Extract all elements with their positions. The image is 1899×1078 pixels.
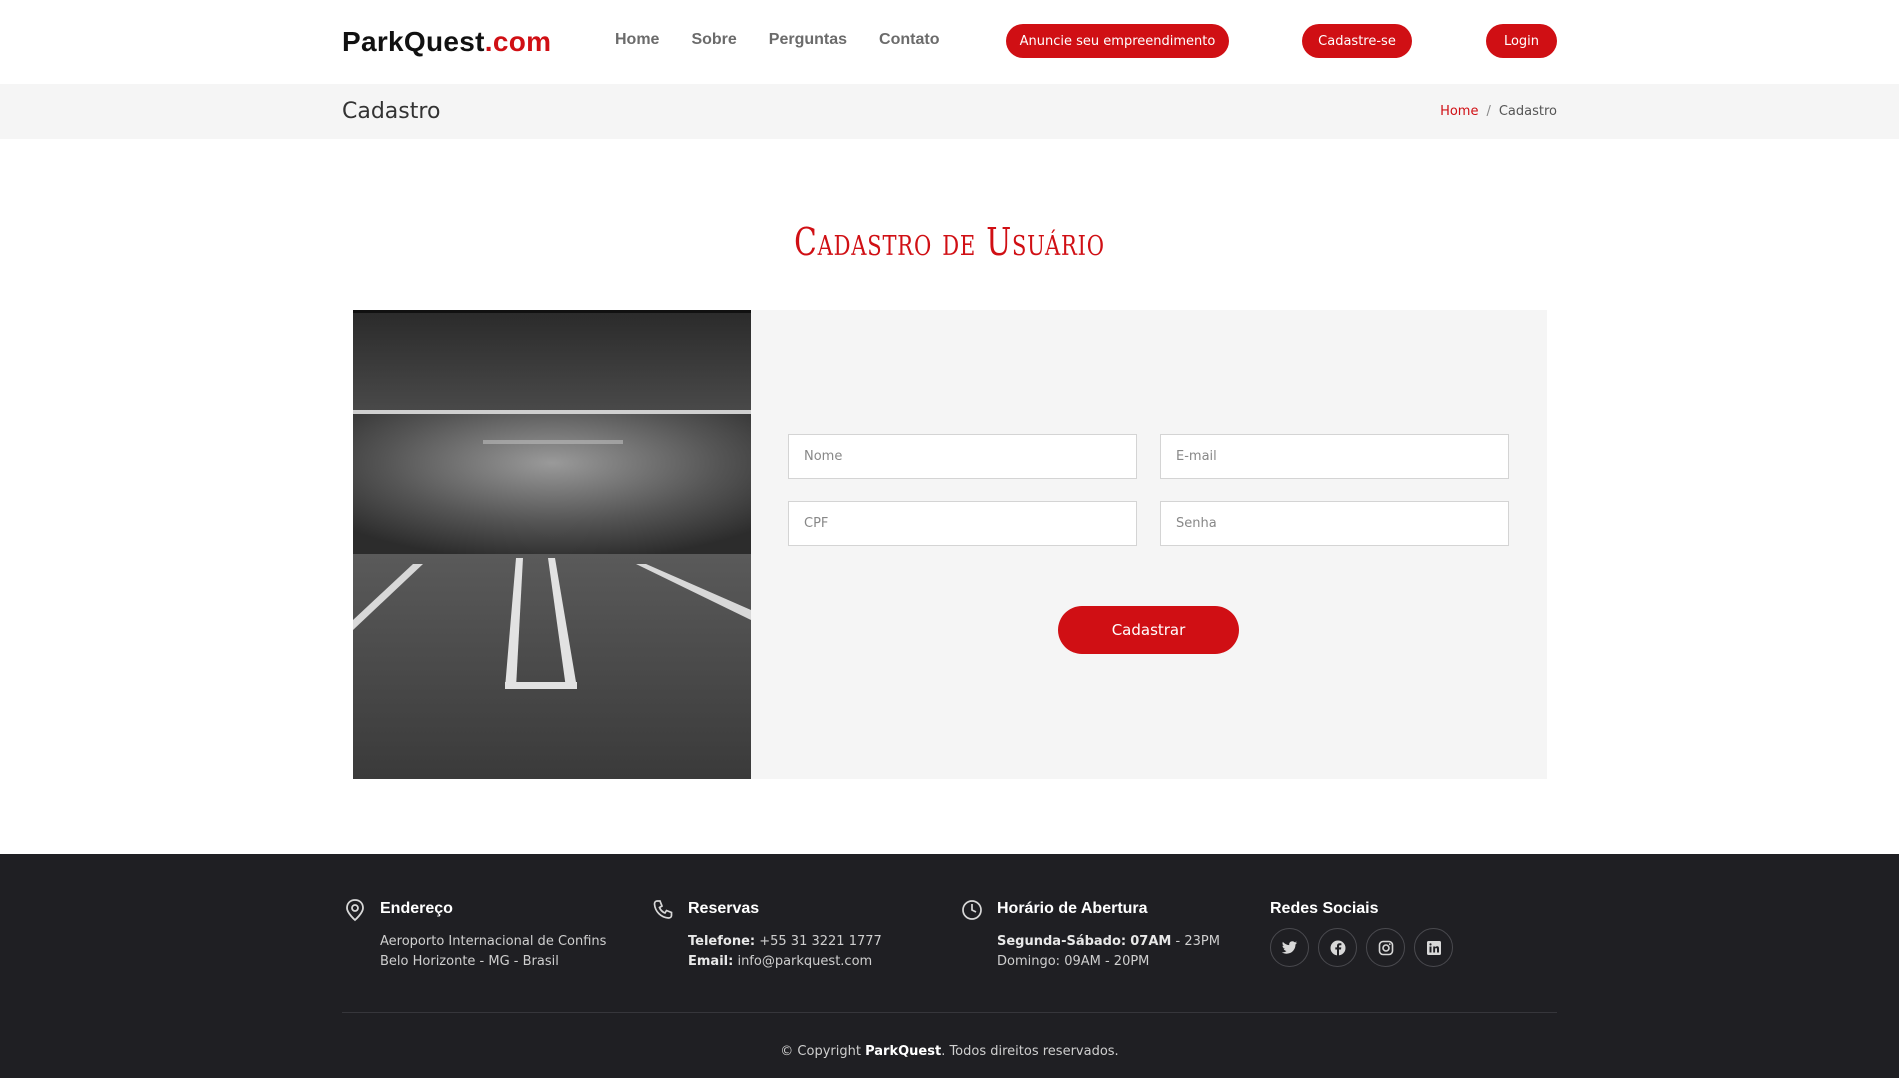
logo-name: ParkQuest: [342, 26, 485, 57]
email-address[interactable]: info@parkquest.com: [737, 954, 872, 969]
weekdays-label: Segunda-Sábado:: [997, 934, 1127, 949]
footer-hours-title: Horário de Abertura: [997, 900, 1148, 917]
copyright-suffix: . Todos direitos reservados.: [941, 1044, 1119, 1059]
parking-garage-image: [353, 310, 751, 779]
breadcrumb-separator: /: [1486, 104, 1491, 119]
logo-suffix: .com: [484, 26, 552, 57]
weekdays-close: - 23PM: [1175, 934, 1220, 949]
nav-sobre[interactable]: Sobre: [691, 31, 736, 49]
footer-divider: [342, 1012, 1557, 1013]
address-line-2: Belo Horizonte - MG - Brasil: [380, 954, 559, 969]
breadcrumb-bar: Cadastro Home / Cadastro: [0, 84, 1899, 139]
address-line-1: Aeroporto Internacional de Confins: [380, 934, 607, 949]
section-title: Cadastro de Usuário: [794, 220, 1105, 264]
map-pin-icon: [344, 898, 366, 922]
login-button[interactable]: Login: [1486, 24, 1557, 58]
cpf-field[interactable]: CPF: [788, 501, 1137, 546]
site-footer: Endereço Aeroporto Internacional de Conf…: [0, 854, 1899, 1078]
nav-contato[interactable]: Contato: [879, 31, 939, 49]
phone-icon: [652, 898, 674, 922]
reservas-email: Email: info@parkquest.com: [688, 952, 882, 972]
footer-address-title: Endereço: [380, 900, 453, 917]
nav-home[interactable]: Home: [615, 31, 659, 49]
linkedin-icon[interactable]: [1414, 928, 1453, 967]
reservas-phone: Telefone: +55 31 3221 1777: [688, 932, 882, 952]
phone-number: +55 31 3221 1777: [759, 934, 882, 949]
page-title: Cadastro: [342, 99, 441, 124]
breadcrumb-current: Cadastro: [1498, 104, 1557, 119]
anuncie-button[interactable]: Anuncie seu empreendimento: [1006, 24, 1229, 58]
footer-reservas-title: Reservas: [688, 900, 760, 917]
instagram-icon[interactable]: [1366, 928, 1405, 967]
clock-icon: [961, 898, 983, 922]
hours-weekdays: Segunda-Sábado: 07AM - 23PM: [997, 932, 1220, 952]
email-label: Email:: [688, 954, 734, 969]
copyright: © Copyright ParkQuest. Todos direitos re…: [0, 1044, 1899, 1059]
nome-field[interactable]: Nome: [788, 434, 1137, 479]
breadcrumb-home-link[interactable]: Home: [1440, 104, 1478, 119]
site-header: ParkQuest.com Home Sobre Perguntas Conta…: [0, 0, 1899, 84]
breadcrumb: Home / Cadastro: [1440, 104, 1557, 119]
footer-social-title: Redes Sociais: [1270, 900, 1379, 917]
cadastrar-button[interactable]: Cadastrar: [1058, 606, 1239, 654]
hours-sunday: Domingo: 09AM - 20PM: [997, 954, 1150, 969]
facebook-icon[interactable]: [1318, 928, 1357, 967]
main-nav: Home Sobre Perguntas Contato: [615, 31, 971, 49]
weekdays-open: 07AM: [1130, 934, 1172, 949]
copyright-prefix: © Copyright: [780, 1044, 861, 1059]
twitter-icon[interactable]: [1270, 928, 1309, 967]
signup-form: Nome E-mail CPF Senha Cadastrar: [751, 310, 1547, 779]
nav-perguntas[interactable]: Perguntas: [769, 31, 847, 49]
copyright-brand: ParkQuest: [865, 1044, 942, 1059]
site-logo[interactable]: ParkQuest.com: [342, 26, 551, 58]
cadastre-se-button[interactable]: Cadastre-se: [1302, 24, 1412, 58]
email-field[interactable]: E-mail: [1160, 434, 1509, 479]
senha-field[interactable]: Senha: [1160, 501, 1509, 546]
phone-label: Telefone:: [688, 934, 756, 949]
